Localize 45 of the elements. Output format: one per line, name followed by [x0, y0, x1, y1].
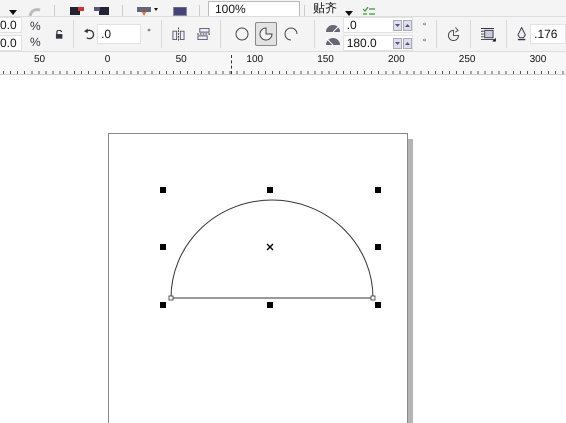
selection-handle[interactable] — [160, 302, 166, 308]
selection-handle[interactable] — [160, 187, 166, 193]
scale-x-field[interactable]: 0.0 — [0, 17, 22, 33]
end-angle-icon — [324, 35, 341, 46]
selection-handle[interactable] — [375, 244, 381, 250]
ruler-label: 0 — [104, 54, 110, 65]
arc-icon — [284, 27, 298, 41]
degree-label: ° — [422, 21, 426, 31]
pen-icon — [516, 27, 526, 41]
ruler-label: 200 — [388, 54, 405, 65]
percent-label: % — [30, 35, 41, 49]
ruler-label: 300 — [530, 54, 546, 65]
direction-icon[interactable] — [447, 26, 460, 42]
ruler-label: 250 — [458, 54, 476, 65]
wrap-text-icon[interactable] — [481, 26, 496, 42]
selection-handle[interactable] — [160, 244, 166, 250]
degree-label: ° — [147, 27, 151, 37]
pie-icon — [259, 27, 274, 41]
zoom-dropdown[interactable]: 100% — [208, 1, 300, 16]
selection-handle[interactable] — [267, 187, 273, 193]
rotate-icon — [84, 28, 96, 40]
selection-handle[interactable] — [267, 302, 273, 308]
outline-width-field[interactable]: .176 — [530, 24, 566, 44]
node-handle[interactable] — [168, 296, 174, 300]
mirror-vertical-icon[interactable] — [196, 27, 210, 41]
ruler-label: 50 — [34, 54, 46, 65]
selection-handle[interactable] — [375, 187, 381, 193]
percent-label: % — [30, 19, 41, 33]
lock-icon[interactable] — [54, 30, 64, 38]
checklist-icon[interactable] — [363, 7, 375, 16]
node-handle[interactable] — [370, 296, 376, 300]
degree-label: ° — [422, 37, 426, 47]
snap-button[interactable]: 贴齐 — [313, 1, 337, 15]
scale-y-field[interactable]: 0.0 — [0, 35, 22, 51]
circle-icon — [234, 27, 249, 41]
start-angle-icon — [324, 22, 341, 33]
selection-handle[interactable] — [375, 302, 381, 308]
ruler-label: 150 — [317, 54, 334, 65]
ruler-label: 50 — [176, 54, 187, 65]
center-mark — [266, 243, 274, 251]
mirror-horizontal-icon[interactable] — [172, 27, 185, 41]
pie-button[interactable] — [254, 22, 278, 46]
semicircle-shape[interactable] — [170, 200, 374, 298]
ruler-label: 100 — [246, 54, 264, 65]
rotation-field[interactable]: .0 — [97, 24, 142, 44]
